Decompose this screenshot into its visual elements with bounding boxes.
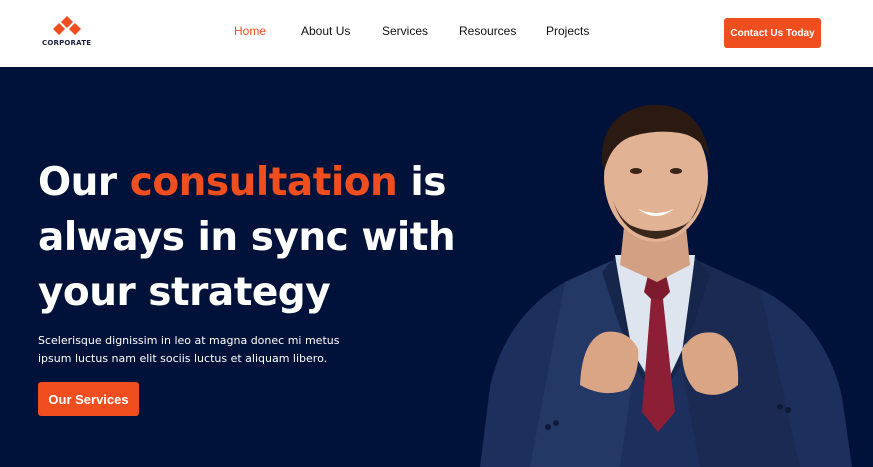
logo[interactable]: CORPORATE	[42, 16, 96, 50]
our-services-button[interactable]: Our Services	[38, 382, 139, 416]
nav-item-resources[interactable]: Resources	[459, 24, 516, 38]
contact-us-button[interactable]: Contact Us Today	[724, 18, 821, 48]
diamond-logo-icon	[53, 16, 81, 35]
nav-item-projects[interactable]: Projects	[546, 24, 589, 38]
hero-description: Scelerisque dignissim in leo at magna do…	[38, 334, 340, 365]
hero-title-accent: consultation	[129, 160, 398, 205]
hero-title-start: Our	[38, 160, 130, 205]
hero-title: Our consultation is always in sync with …	[38, 155, 468, 320]
nav-item-services[interactable]: Services	[382, 24, 428, 38]
logo-text: CORPORATE	[42, 39, 92, 47]
site-header: CORPORATE Home About Us Services Resourc…	[0, 0, 873, 67]
nav-item-about-us[interactable]: About Us	[301, 24, 350, 38]
hero-businessman-image	[480, 104, 852, 467]
nav-item-home[interactable]: Home	[234, 24, 266, 38]
hero-section: Our consultation is always in sync with …	[0, 67, 873, 467]
